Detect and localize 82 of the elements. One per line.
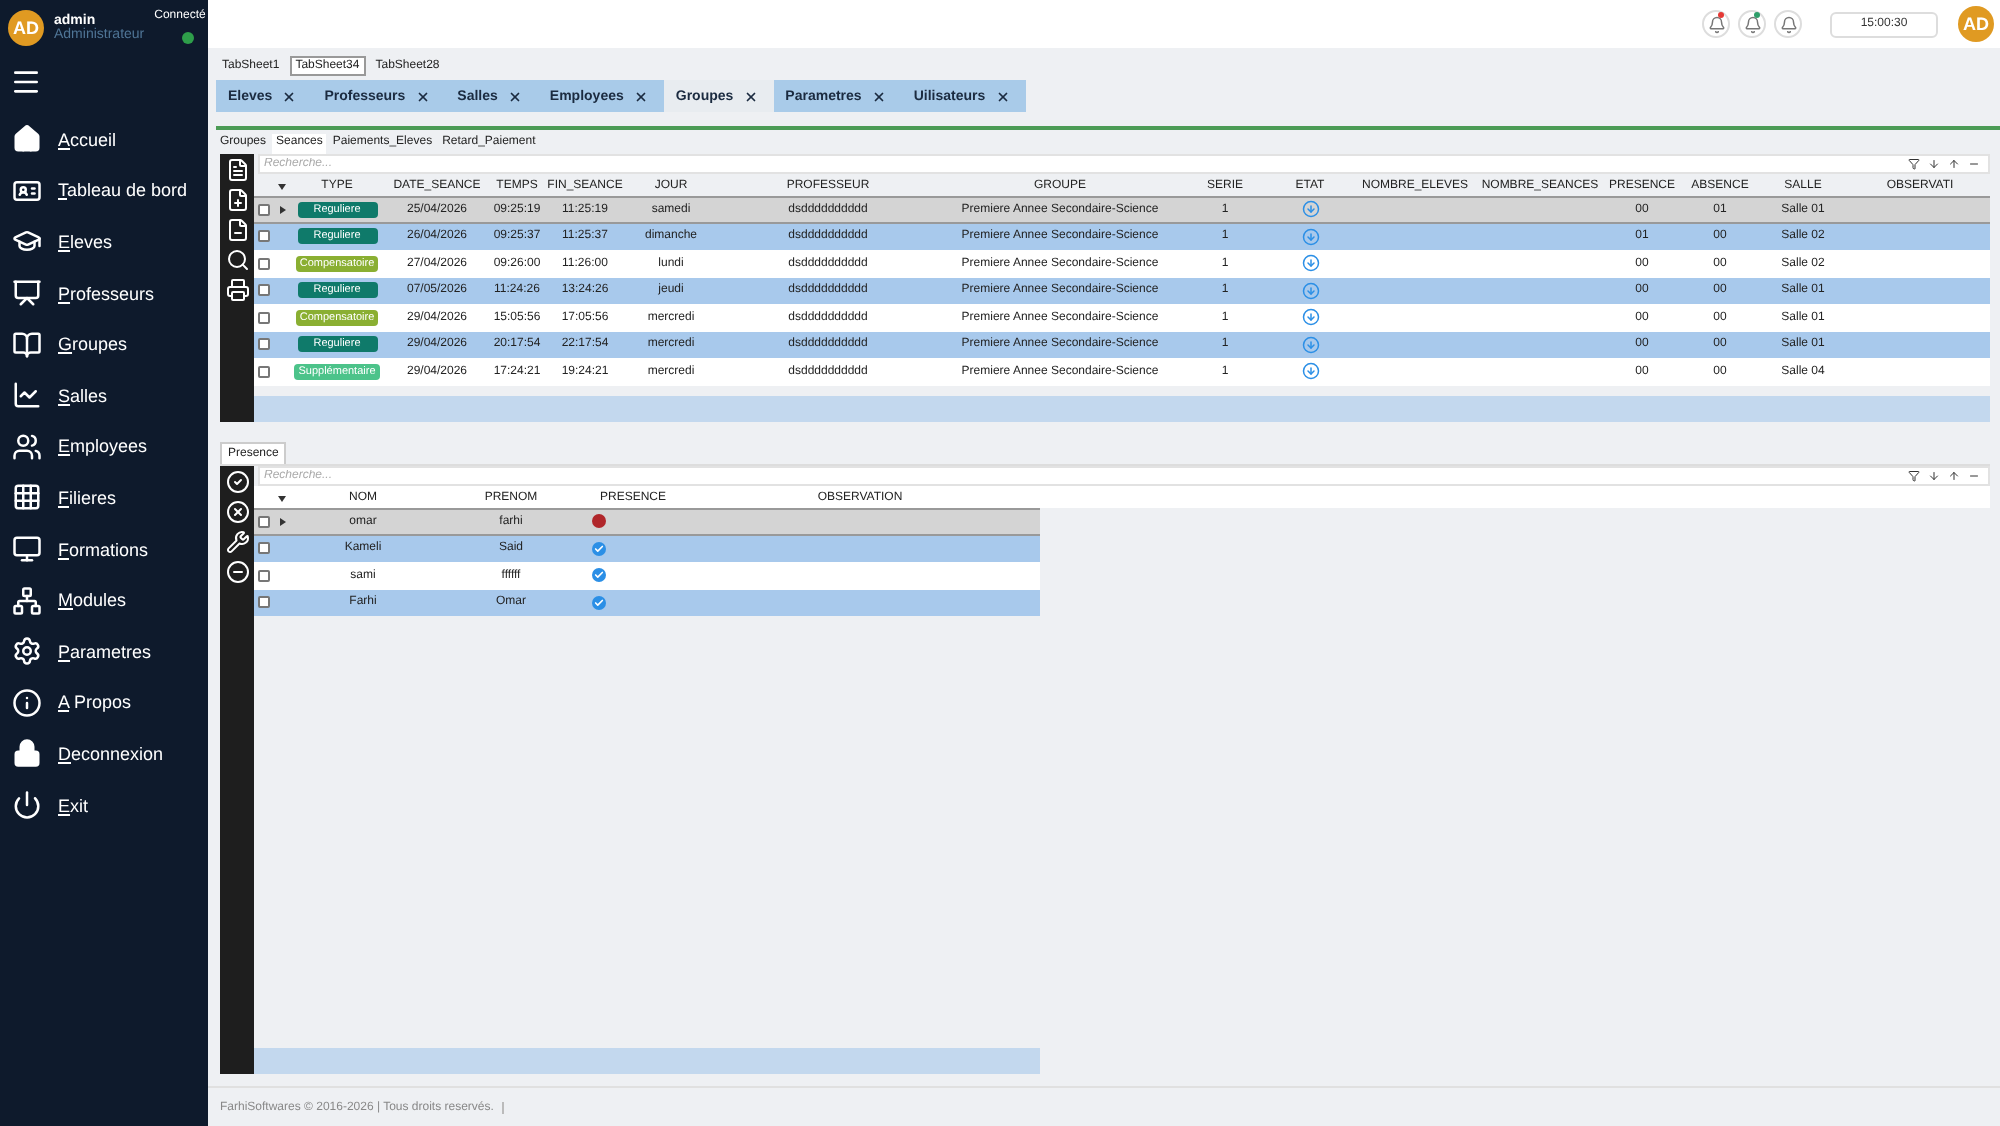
caret-icon	[278, 493, 286, 501]
wrench-icon[interactable]	[225, 530, 249, 554]
network-icon	[12, 585, 42, 616]
minus-icon	[1968, 470, 1980, 482]
notification-button[interactable]	[1738, 10, 1766, 38]
row-checkbox[interactable]	[258, 203, 270, 216]
menu-item[interactable]: Tableau de bord	[0, 165, 208, 217]
bell-icon	[1707, 15, 1725, 33]
download-icon	[1301, 227, 1319, 246]
menu-item[interactable]: Deconnexion	[0, 728, 208, 780]
sort-down-icon	[1928, 470, 1940, 482]
menu-item[interactable]: Groupes	[0, 318, 208, 370]
notification-button[interactable]	[1774, 10, 1802, 38]
menu-item[interactable]: Formations	[0, 523, 208, 575]
close-icon	[282, 89, 297, 103]
caret-icon	[278, 181, 286, 189]
settings-icon	[12, 636, 42, 667]
chart-icon	[12, 380, 42, 411]
row-pointer-icon	[278, 517, 286, 526]
download-icon	[1301, 362, 1319, 381]
menu-item[interactable]: Employees	[0, 421, 208, 473]
close-icon	[507, 89, 522, 103]
row-checkbox[interactable]	[258, 365, 270, 378]
menu-item[interactable]: Parametres	[0, 625, 208, 678]
grid-icon	[12, 482, 42, 513]
menu-item[interactable]: Eleves	[0, 216, 208, 268]
power-icon	[12, 790, 42, 821]
row-pointer-icon	[278, 205, 286, 214]
menu-icon[interactable]	[10, 66, 42, 98]
lock-icon	[12, 738, 42, 769]
printer-icon[interactable]	[225, 278, 249, 302]
minus-icon[interactable]	[225, 560, 249, 584]
bell-icon	[1743, 15, 1761, 33]
graduation-cap-icon	[12, 226, 42, 257]
sort-up-icon	[1948, 158, 1960, 170]
row-checkbox[interactable]	[258, 257, 270, 270]
menu-item[interactable]: Modules	[0, 574, 208, 626]
home-icon	[12, 124, 42, 155]
minus-icon	[1968, 158, 1980, 170]
menu-item[interactable]: Professeurs	[0, 267, 208, 319]
search-icon[interactable]	[225, 248, 249, 272]
document-icon[interactable]	[225, 158, 249, 182]
close-icon[interactable]	[225, 500, 249, 524]
users-icon	[12, 431, 42, 462]
book-icon	[12, 329, 42, 360]
row-checkbox[interactable]	[258, 230, 270, 243]
presentation-icon	[12, 278, 42, 309]
close-icon	[633, 89, 648, 103]
download-icon	[1301, 335, 1319, 354]
sort-up-icon	[1948, 470, 1960, 482]
row-checkbox[interactable]	[258, 596, 270, 609]
menu-item[interactable]: A Propos	[0, 677, 208, 729]
menu-item[interactable]: Exit	[0, 779, 208, 831]
menu-item[interactable]: Filieres	[0, 472, 208, 524]
id-card-icon	[12, 175, 42, 206]
filter-icon	[1908, 158, 1920, 170]
row-checkbox[interactable]	[258, 338, 270, 351]
menu-item[interactable]: Accueil	[0, 114, 208, 166]
close-icon	[995, 89, 1010, 103]
close-icon	[871, 89, 886, 103]
check-icon[interactable]	[225, 470, 249, 494]
bell-icon	[1779, 15, 1797, 33]
row-checkbox[interactable]	[258, 515, 270, 528]
close-icon	[743, 89, 758, 103]
close-icon	[415, 89, 430, 103]
add-document-icon[interactable]	[225, 188, 249, 212]
download-icon	[1301, 308, 1319, 327]
user-avatar: AD	[8, 10, 44, 46]
notification-button[interactable]	[1702, 10, 1730, 38]
sort-down-icon	[1928, 158, 1940, 170]
remove-document-icon[interactable]	[225, 218, 249, 242]
download-icon	[1301, 281, 1319, 300]
download-icon	[1301, 200, 1319, 219]
row-checkbox[interactable]	[258, 284, 270, 297]
download-icon	[1301, 254, 1319, 273]
row-checkbox[interactable]	[258, 311, 270, 324]
monitor-icon	[12, 534, 42, 565]
menu-item[interactable]: Salles	[0, 369, 208, 422]
info-icon	[12, 687, 42, 718]
filter-icon	[1908, 470, 1920, 482]
row-checkbox[interactable]	[258, 569, 270, 582]
row-checkbox[interactable]	[258, 542, 270, 555]
